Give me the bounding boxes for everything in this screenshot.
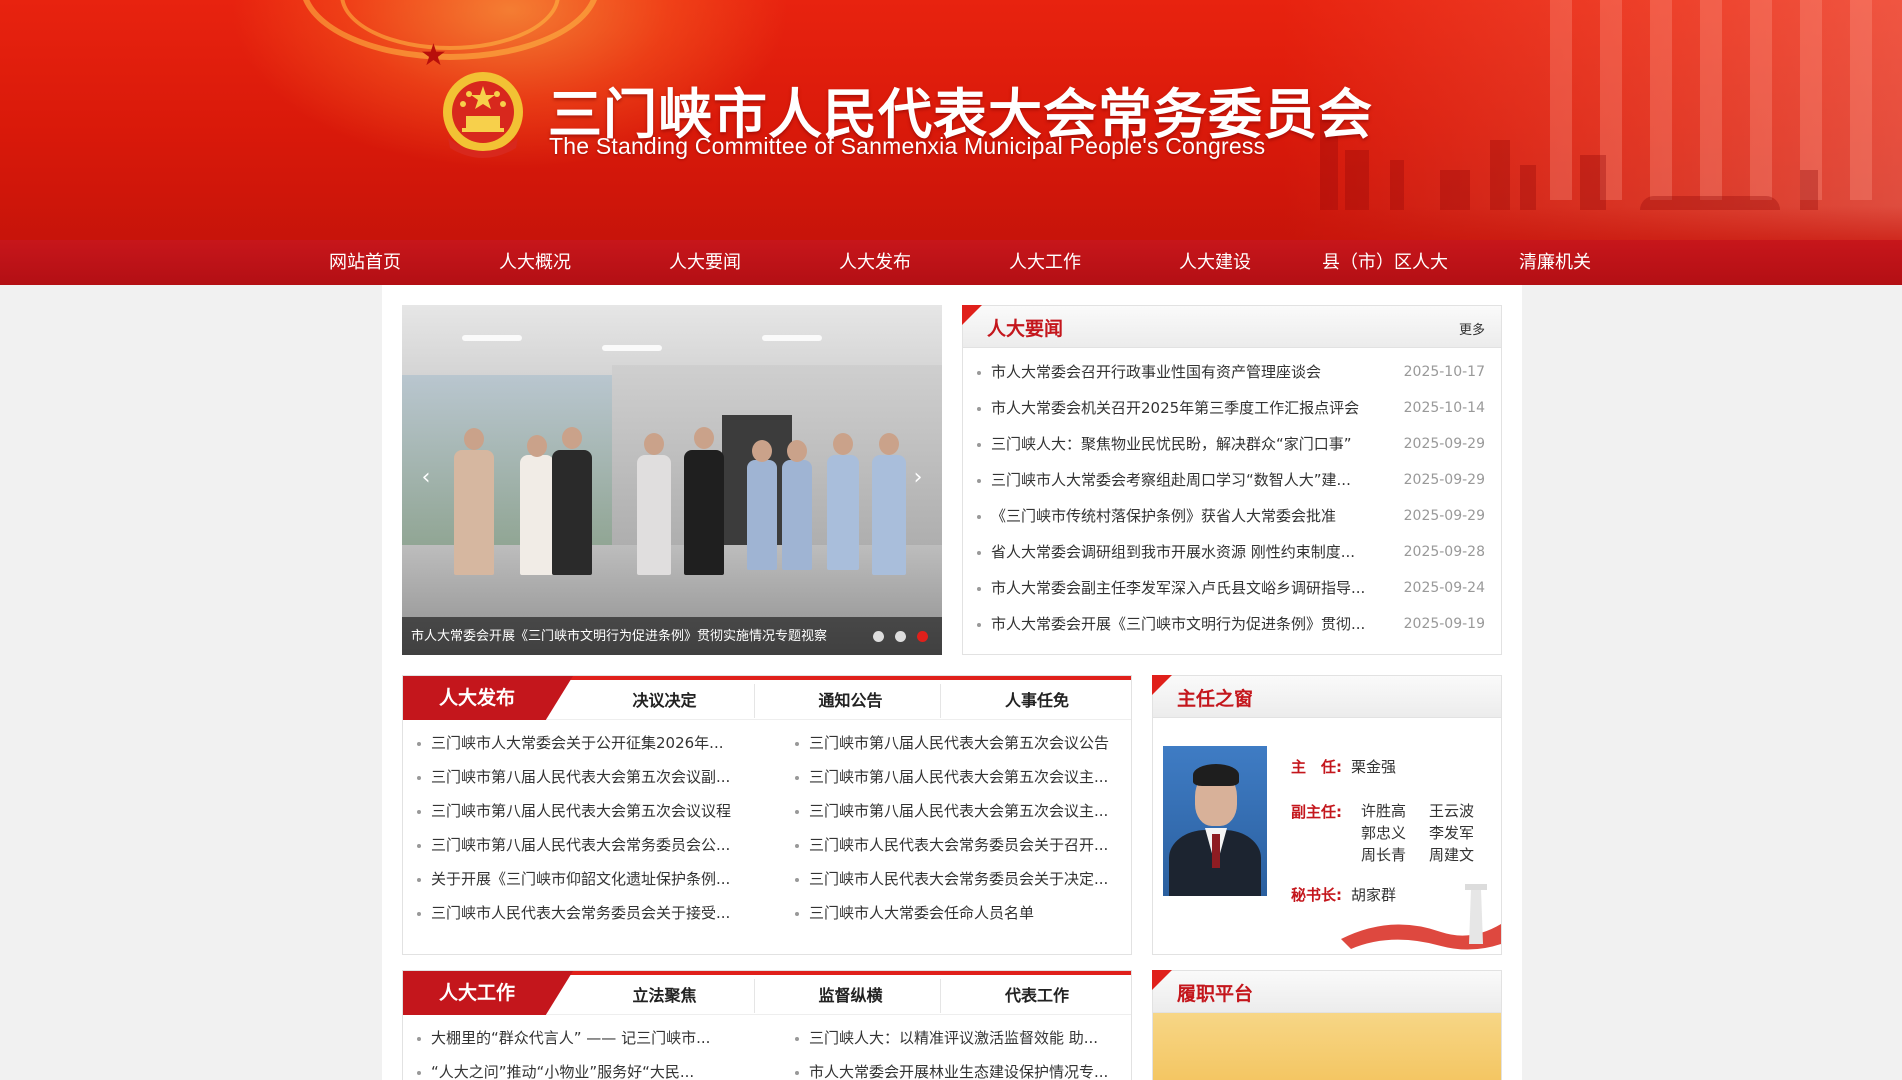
list-item[interactable]: 三门峡市第八届人民代表大会第五次会议副... xyxy=(417,760,781,794)
platform-banner[interactable] xyxy=(1153,1013,1501,1080)
publish-list-left: 三门峡市人大常委会关于公开征集2026年... 三门峡市第八届人民代表大会第五次… xyxy=(403,726,781,930)
director-name[interactable]: 栗金强 xyxy=(1351,758,1396,776)
slider-prev-icon[interactable]: ‹ xyxy=(414,465,438,490)
work-list-left: 大棚里的“群众代言人” —— 记三门峡市... “人大之问”推动“小物业”服务好… xyxy=(403,1021,781,1080)
deputy-name[interactable]: 周长青 xyxy=(1361,845,1429,866)
nav-item-work[interactable]: 人大工作 xyxy=(960,240,1130,285)
news-more-link[interactable]: 更多 xyxy=(1459,319,1485,338)
tab-publish-main[interactable]: 人大发布 xyxy=(403,676,573,720)
list-item[interactable]: 三门峡市人民代表大会常务委员会关于召开... xyxy=(795,828,1131,862)
deputy-name[interactable]: 李发军 xyxy=(1429,823,1497,844)
list-item[interactable]: 三门峡市第八届人民代表大会常务委员会公... xyxy=(417,828,781,862)
slide-person xyxy=(454,450,494,575)
list-item[interactable]: 三门峡市第八届人民代表大会第五次会议议程 xyxy=(417,794,781,828)
corner-flag-icon xyxy=(962,305,982,325)
site-title-en: The Standing Committee of Sanmenxia Muni… xyxy=(549,133,1266,159)
deputy-name[interactable]: 王云波 xyxy=(1429,801,1497,822)
nav-item-counties[interactable]: 县（市）区人大 xyxy=(1300,240,1470,285)
list-item[interactable]: 大棚里的“群众代言人” —— 记三门峡市... xyxy=(417,1021,781,1055)
director-row: 主 任: 栗金强 xyxy=(1291,756,1396,777)
image-slider[interactable]: ‹ › 市人大常委会开展《三门峡市文明行为促进条例》贯彻实施情况专题视察 xyxy=(402,305,942,655)
slide-person xyxy=(637,455,671,575)
header-banner: ★ 三门峡市人民代表大会常务委员会 The Standing Committee… xyxy=(0,0,1902,240)
work-panel: 人大工作 立法聚焦 监督纵横 代表工作 大棚里的“群众代言人” —— 记三门峡市… xyxy=(402,970,1132,1080)
news-item[interactable]: 《三门峡市传统村落保护条例》获省人大常委会批准 2025-09-29 xyxy=(977,498,1501,534)
list-item[interactable]: 三门峡市人民代表大会常务委员会关于接受... xyxy=(417,896,781,930)
ribbon-decoration-icon xyxy=(1341,884,1501,950)
slider-dot[interactable] xyxy=(895,631,906,642)
list-item[interactable]: 三门峡市人大常委会关于公开征集2026年... xyxy=(417,726,781,760)
tab-notices[interactable]: 通知公告 xyxy=(761,684,941,718)
work-list-right: 三门峡人大：以精准评议激活监督效能 助... 市人大常委会开展林业生态建设保护情… xyxy=(781,1021,1131,1080)
nav-item-news[interactable]: 人大要闻 xyxy=(620,240,790,285)
director-label: 主 任: xyxy=(1291,758,1342,776)
list-item[interactable]: “人大之问”推动“小物业”服务好“大民... xyxy=(417,1055,781,1080)
publish-list-right: 三门峡市第八届人民代表大会第五次会议公告 三门峡市第八届人民代表大会第五次会议主… xyxy=(781,726,1131,930)
banner-bottom-band xyxy=(0,206,1902,240)
deputy-name[interactable]: 郭忠义 xyxy=(1361,823,1429,844)
slider-dot[interactable] xyxy=(873,631,884,642)
slider-dot-active[interactable] xyxy=(917,631,928,642)
slide-person xyxy=(684,450,724,575)
deputy-row: 副主任: xyxy=(1291,801,1351,822)
list-item[interactable]: 三门峡市第八届人民代表大会第五次会议公告 xyxy=(795,726,1131,760)
director-photo[interactable] xyxy=(1163,746,1267,896)
list-item[interactable]: 三门峡市人民代表大会常务委员会关于决定... xyxy=(795,862,1131,896)
slider-dots xyxy=(873,631,928,642)
news-panel-title: 人大要闻 xyxy=(987,318,1064,340)
platform-panel: 履职平台 xyxy=(1152,970,1502,1080)
tab-appointments[interactable]: 人事任免 xyxy=(947,684,1127,718)
national-emblem-icon xyxy=(443,72,523,158)
list-item[interactable]: 三门峡市人大常委会任命人员名单 xyxy=(795,896,1131,930)
tab-deputies[interactable]: 代表工作 xyxy=(947,979,1127,1013)
news-panel: 人大要闻 更多 市人大常委会召开行政事业性国有资产管理座谈会 2025-10-17… xyxy=(962,305,1502,655)
slide-person xyxy=(782,460,812,570)
nav-item-building[interactable]: 人大建设 xyxy=(1130,240,1300,285)
news-item[interactable]: 三门峡人大：聚焦物业民忧民盼，解决群众“家门口事” 2025-09-29 xyxy=(977,426,1501,462)
slide-person xyxy=(872,455,906,575)
news-item[interactable]: 市人大常委会副主任李发军深入卢氏县文峪乡调研指导... 2025-09-24 xyxy=(977,570,1501,606)
news-item[interactable]: 市人大常委会机关召开2025年第三季度工作汇报点评会 2025-10-14 xyxy=(977,390,1501,426)
slide-caption[interactable]: 市人大常委会开展《三门峡市文明行为促进条例》贯彻实施情况专题视察 xyxy=(411,625,851,644)
list-item[interactable]: 三门峡市第八届人民代表大会第五次会议主... xyxy=(795,760,1131,794)
deputy-name[interactable]: 许胜高 xyxy=(1361,801,1429,822)
nav-item-overview[interactable]: 人大概况 xyxy=(450,240,620,285)
tab-work-main[interactable]: 人大工作 xyxy=(403,971,573,1015)
news-item[interactable]: 省人大常委会调研组到我市开展水资源 刚性约束制度... 2025-09-28 xyxy=(977,534,1501,570)
nav-item-publish[interactable]: 人大发布 xyxy=(790,240,960,285)
news-item[interactable]: 市人大常委会召开行政事业性国有资产管理座谈会 2025-10-17 xyxy=(977,354,1501,390)
slide-person xyxy=(552,450,592,575)
tab-legislation[interactable]: 立法聚焦 xyxy=(575,979,755,1013)
main-nav: 网站首页 人大概况 人大要闻 人大发布 人大工作 人大建设 县（市）区人大 清廉… xyxy=(0,240,1902,285)
list-item[interactable]: 市人大常委会开展林业生态建设保护情况专... xyxy=(795,1055,1131,1080)
slide-person xyxy=(747,460,777,570)
list-item[interactable]: 三门峡人大：以精准评议激活监督效能 助... xyxy=(795,1021,1131,1055)
slide-person xyxy=(827,455,859,570)
deputy-names: 许胜高 王云波 郭忠义 李发军 周长青 周建文 xyxy=(1361,801,1497,866)
nav-item-home[interactable]: 网站首页 xyxy=(280,240,450,285)
director-panel-title: 主任之窗 xyxy=(1177,688,1254,710)
main-content: ‹ › 市人大常委会开展《三门峡市文明行为促进条例》贯彻实施情况专题视察 人大要… xyxy=(382,285,1522,1080)
corner-flag-icon xyxy=(1152,675,1172,695)
platform-panel-title: 履职平台 xyxy=(1177,983,1254,1005)
list-item[interactable]: 关于开展《三门峡市仰韶文化遗址保护条例... xyxy=(417,862,781,896)
slide-person xyxy=(520,455,554,575)
tab-resolutions[interactable]: 决议决定 xyxy=(575,684,755,718)
deputy-label: 副主任: xyxy=(1291,803,1342,821)
news-item[interactable]: 市人大常委会开展《三门峡市文明行为促进条例》贯彻... 2025-09-19 xyxy=(977,606,1501,642)
deputy-name[interactable]: 周建文 xyxy=(1429,845,1497,866)
list-item[interactable]: 三门峡市第八届人民代表大会第五次会议主... xyxy=(795,794,1131,828)
director-panel: 主任之窗 主 任: 栗金强 副主任: 许胜高 王云波 郭忠义 李发军 周长青 周建… xyxy=(1152,675,1502,955)
corner-flag-icon xyxy=(1152,970,1172,990)
slider-next-icon[interactable]: › xyxy=(906,465,930,490)
news-item[interactable]: 三门峡市人大常委会考察组赴周口学习“数智人大”建... 2025-09-29 xyxy=(977,462,1501,498)
tab-supervision[interactable]: 监督纵横 xyxy=(761,979,941,1013)
news-list: 市人大常委会召开行政事业性国有资产管理座谈会 2025-10-17 市人大常委会机… xyxy=(963,348,1501,642)
publish-panel: 人大发布 决议决定 通知公告 人事任免 三门峡市人大常委会关于公开征集2026年… xyxy=(402,675,1132,955)
nav-item-integrity[interactable]: 清廉机关 xyxy=(1470,240,1640,285)
